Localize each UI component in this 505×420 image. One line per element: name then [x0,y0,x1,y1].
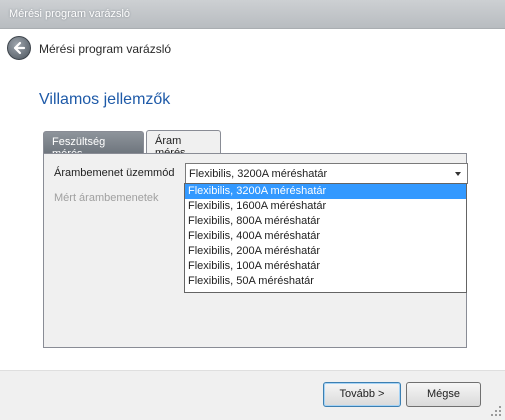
tab-voltage-measurement[interactable]: Feszültség mérés [43,131,144,160]
page-title: Villamos jellemzők [39,91,171,108]
resize-grip-icon[interactable] [490,405,502,417]
dropdown-option[interactable]: Flexibilis, 50A méréshatár [185,274,466,289]
dropdown-option[interactable]: Flexibilis, 200A méréshatár [185,244,466,259]
title-bar: Mérési program varázsló [0,0,505,29]
window-title: Mérési program varázsló [9,8,131,20]
back-button[interactable] [7,36,31,60]
current-input-mode-select[interactable]: Flexibilis, 3200A méréshatár [185,163,468,184]
dropdown-option[interactable]: Flexibilis, 3200A méréshatár [185,184,466,199]
current-input-mode-label: Árambemenet üzemmód [54,167,175,179]
tab-current-measurement[interactable]: Áram mérés [146,130,221,159]
dropdown-option[interactable]: Flexibilis, 400A méréshatár [185,229,466,244]
wizard-footer: Tovább > Mégse [0,370,505,420]
chevron-down-icon[interactable] [455,172,461,176]
mode-dropdown-list[interactable]: Flexibilis, 3200A méréshatár Flexibilis,… [184,183,467,293]
measured-inputs-label: Mért árambemenetek [54,192,159,204]
current-input-mode-value: Flexibilis, 3200A méréshatár [189,168,328,180]
dropdown-option[interactable]: Flexibilis, 800A méréshatár [185,214,466,229]
wizard-title: Mérési program varázsló [39,42,172,56]
wizard-header: Mérési program varázsló [0,29,505,66]
cancel-button[interactable]: Mégse [406,382,481,407]
dropdown-option[interactable]: Flexibilis, 1600A méréshatár [185,199,466,214]
next-button[interactable]: Tovább > [323,382,401,407]
back-arrow-icon [13,41,26,55]
dropdown-option[interactable]: Flexibilis, 100A méréshatár [185,259,466,274]
